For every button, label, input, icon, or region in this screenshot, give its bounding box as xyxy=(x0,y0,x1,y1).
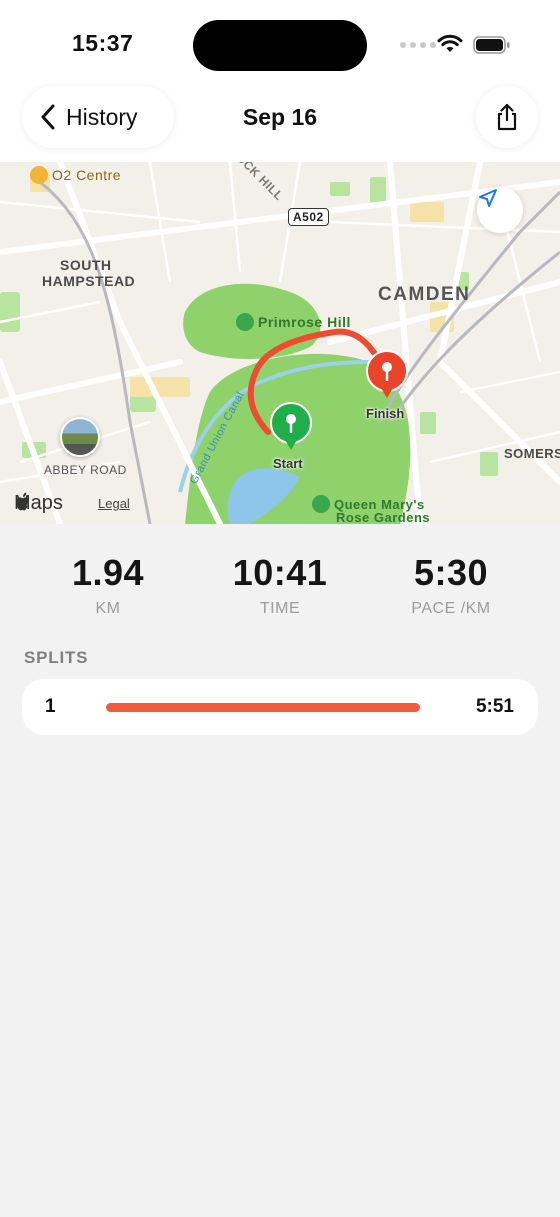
map-label-somers: SOMERS xyxy=(504,446,560,461)
pace-label: PACE /KM xyxy=(411,600,491,617)
map-label-o2-centre: O2 Centre xyxy=(30,166,121,184)
apple-logo-icon xyxy=(16,492,29,511)
map-label-road-a502: A502 xyxy=(288,208,329,226)
wifi-icon xyxy=(437,34,463,52)
legal-link[interactable]: Legal xyxy=(98,496,130,511)
location-arrow-icon xyxy=(479,189,497,207)
dynamic-island xyxy=(193,20,367,71)
finish-pin-icon[interactable] xyxy=(364,350,410,406)
stat-time: 10:41 TIME xyxy=(210,552,350,618)
split-pace-bar xyxy=(106,703,420,712)
splits-header: SPLITS xyxy=(24,648,89,667)
share-icon xyxy=(497,103,517,131)
distance-label: KM xyxy=(95,600,121,617)
start-pin-label: Start xyxy=(273,456,303,471)
split-index: 1 xyxy=(45,696,56,717)
status-bar: 15:37 xyxy=(0,0,560,86)
distance-value: 1.94 xyxy=(71,552,145,593)
back-button-label: History xyxy=(66,103,138,130)
split-row[interactable]: 1 5:51 xyxy=(22,679,538,735)
back-button[interactable]: History xyxy=(22,86,174,148)
split-pace-bar-fill xyxy=(106,703,420,712)
nav-bar: History Sep 16 xyxy=(0,86,560,162)
current-location-button[interactable] xyxy=(477,187,523,233)
battery-icon xyxy=(473,36,510,54)
abbey-road-poi[interactable] xyxy=(60,417,100,457)
start-pin-icon[interactable] xyxy=(268,402,314,458)
map-label-south: SOUTH xyxy=(60,257,112,273)
pace-value: 5:30 xyxy=(413,552,489,593)
status-time: 15:37 xyxy=(72,30,134,56)
map-label-camden: CAMDEN xyxy=(378,284,471,305)
map-label-abbey-road: ABBEY ROAD xyxy=(44,463,127,477)
map-label-rose-gardens: Rose Gardens xyxy=(336,510,431,524)
map-label-hampstead: HAMPSTEAD xyxy=(42,273,136,289)
time-value: 10:41 xyxy=(232,552,328,593)
stat-distance: 1.94 KM xyxy=(38,552,178,618)
time-label: TIME xyxy=(259,600,301,617)
apple-maps-logo: Maps xyxy=(14,492,63,515)
cellular-signal-icon xyxy=(400,42,436,48)
split-pace: 5:51 xyxy=(475,696,514,717)
route-map[interactable]: O2 Centre UCK HILL A502 SOUTH HAMPSTEAD … xyxy=(0,162,560,524)
map-label-primrose-hill: Primrose Hill xyxy=(236,313,351,331)
finish-pin-label: Finish xyxy=(366,406,405,421)
share-button[interactable] xyxy=(476,86,538,148)
chevron-left-icon xyxy=(41,104,55,130)
run-stats: 1.94 KM 10:41 TIME 5:30 PACE /KM xyxy=(0,540,560,630)
stat-pace: 5:30 PACE /KM xyxy=(381,552,521,618)
